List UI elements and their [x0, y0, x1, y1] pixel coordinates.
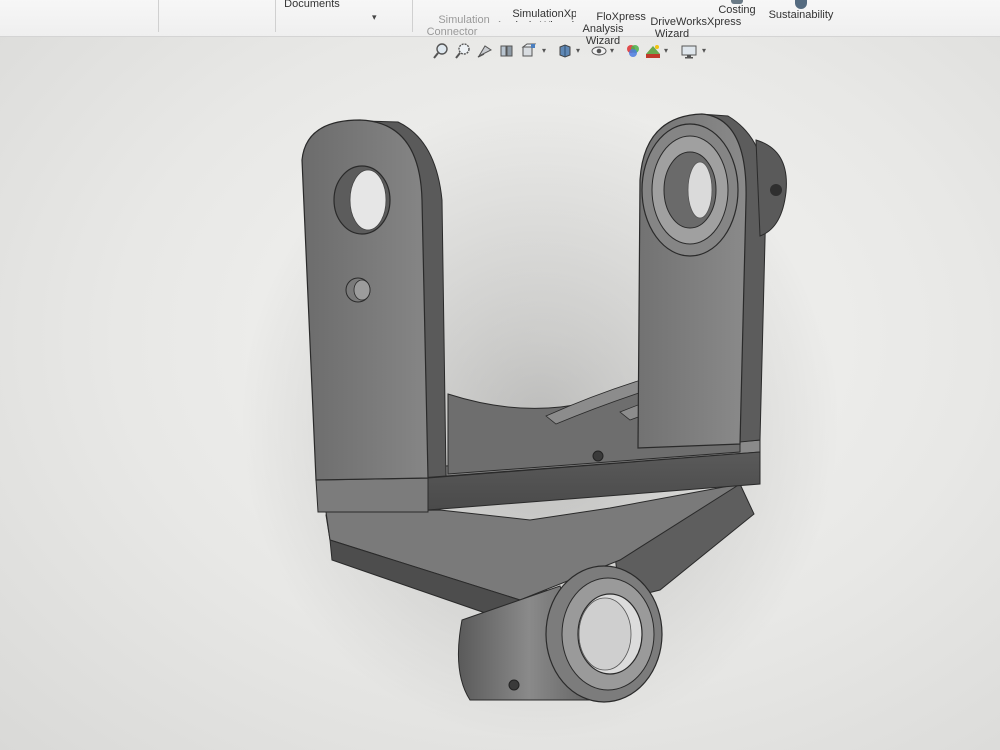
saddle-pin-hole — [592, 450, 604, 462]
right-upright-bore-through — [687, 161, 713, 219]
solidworks-screen: Documents ▾ Simulation Connector Simulat… — [0, 0, 1000, 750]
bottom-boss-bore-inner — [578, 597, 632, 671]
right-side-boss-hole — [770, 184, 782, 196]
left-upright-pin-head — [353, 279, 371, 301]
bracket-part-model[interactable] — [0, 0, 1000, 750]
graphics-area[interactable] — [0, 66, 1000, 750]
left-upright-bore-through — [349, 169, 387, 231]
base-plate-front-left — [315, 477, 429, 513]
bottom-boss-pin-hole — [508, 679, 520, 691]
